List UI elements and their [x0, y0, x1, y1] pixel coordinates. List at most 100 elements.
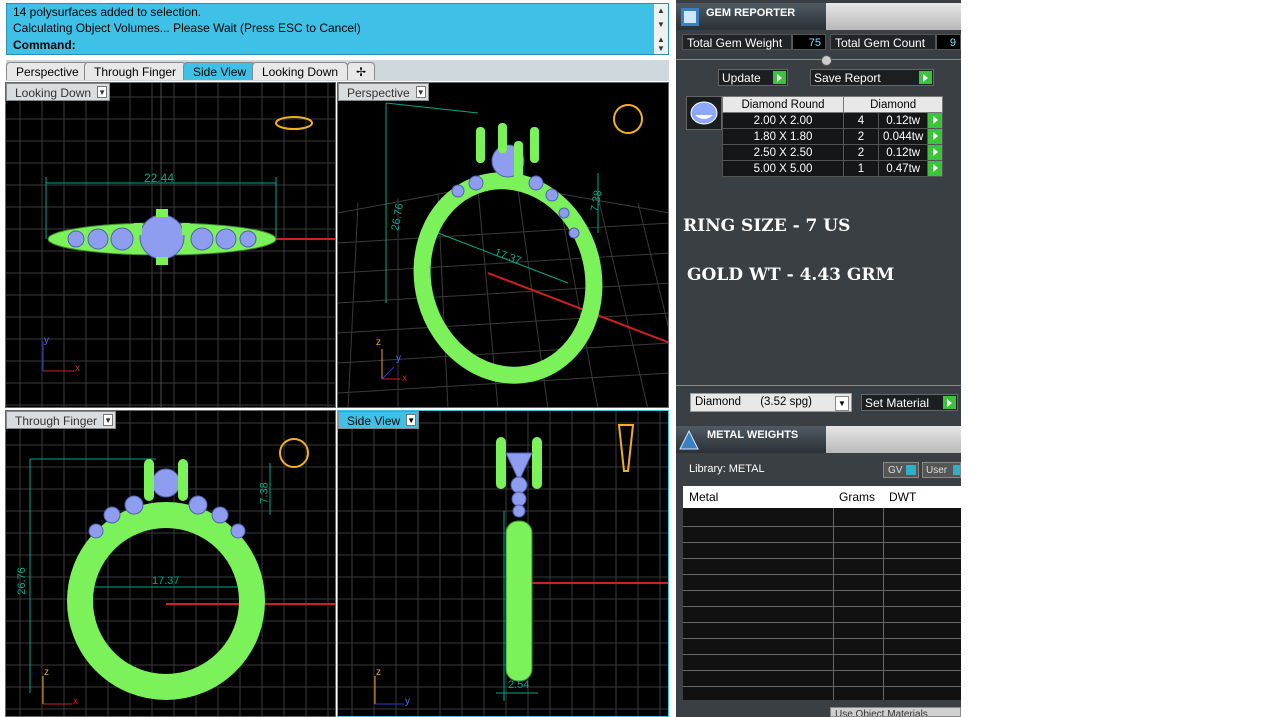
gem-reporter-title: GEM REPORTER — [706, 7, 796, 19]
tab-through-finger[interactable]: Through Finger — [84, 62, 187, 80]
column-divider — [833, 508, 834, 700]
viewport-label-text: Through Finger — [15, 414, 98, 428]
perspective-canvas — [338, 102, 668, 407]
table-row — [683, 686, 961, 687]
looking-down-canvas — [6, 83, 335, 407]
table-row: 1.80 X 1.80 2 0.044tw — [722, 128, 944, 145]
command-history-line: Calculating Object Volumes... Please Wai… — [13, 21, 361, 35]
axis-label-y: y — [405, 696, 410, 707]
gem-reporter-header: GEM REPORTER — [676, 3, 961, 30]
header-bar — [826, 426, 961, 453]
table-row: 5.00 X 5.00 1 0.47tw — [722, 160, 944, 177]
viewport-label[interactable]: Perspective ▼ — [338, 83, 429, 101]
table-row — [683, 542, 961, 543]
viewport-perspective[interactable]: 26.76 7.38 17.37 z y x Perspective ▼ — [337, 82, 669, 408]
viewport-label[interactable]: Side View ▼ — [338, 411, 420, 429]
use-object-materials-label: Use Object Materials — [835, 709, 928, 717]
viewport-through-finger[interactable]: 26.76 7.38 17.37 z x Through Finger ▼ — [5, 410, 336, 717]
table-row — [683, 574, 961, 575]
viewport-label-text: Side View — [347, 414, 401, 428]
set-material-label: Set Material — [865, 396, 930, 410]
viewport-side-view[interactable]: 2.54 z y Side View ▼ — [337, 410, 669, 717]
gem-count: 2 — [843, 128, 879, 145]
add-tab-button[interactable]: ✢ — [347, 62, 375, 80]
scroll-up-icon[interactable]: ▲ — [657, 6, 665, 15]
divider — [676, 59, 961, 60]
metal-weights-icon — [679, 429, 699, 450]
metal-table: Metal Grams DWT — [683, 486, 961, 700]
table-header: Diamond Round — [722, 96, 844, 113]
table-row — [683, 526, 961, 527]
update-button[interactable]: Update — [718, 69, 788, 86]
play-icon — [773, 71, 786, 84]
play-icon — [943, 396, 956, 409]
table-row: 2.50 X 2.50 2 0.12tw — [722, 144, 944, 161]
axis-label-x: x — [402, 373, 407, 384]
library-label: Library: METAL — [689, 463, 765, 475]
axis-label-x: x — [75, 363, 80, 374]
row-select-button[interactable] — [927, 128, 944, 145]
total-gem-weight-label: Total Gem Weight — [682, 34, 792, 50]
table-header: Grams — [839, 490, 875, 504]
row-select-button[interactable] — [927, 112, 944, 129]
table-header: DWT — [889, 490, 917, 504]
chevron-down-icon[interactable]: ▼ — [835, 396, 849, 411]
gem-count: 1 — [843, 160, 879, 177]
save-report-button[interactable]: Save Report — [810, 69, 934, 86]
tab-perspective[interactable]: Perspective — [6, 62, 89, 80]
command-scrollbar[interactable]: ▲ ▼ ▲ ▼ — [653, 4, 668, 54]
row-select-button[interactable] — [927, 144, 944, 161]
chevron-down-icon[interactable]: ▼ — [97, 86, 108, 98]
through-finger-canvas — [6, 411, 335, 716]
gem-size: 1.80 X 1.80 — [722, 128, 844, 145]
material-select[interactable]: Diamond (3.52 spg) ▼ — [690, 393, 852, 412]
ring-size-note: RING SIZE - 7 US — [683, 216, 851, 236]
command-prompt[interactable]: Command: — [13, 38, 76, 52]
header-bar — [826, 3, 961, 30]
use-object-materials-button[interactable]: Use Object Materials — [830, 707, 961, 717]
gv-toggle[interactable]: GV — [883, 462, 919, 478]
axis-label-x: x — [73, 696, 78, 707]
command-area[interactable]: 14 polysurfaces added to selection. Calc… — [6, 3, 669, 55]
dimension-label: 2.54 — [508, 679, 530, 691]
user-toggle[interactable]: User — [922, 462, 961, 478]
scroll-down-icon[interactable]: ▼ — [657, 20, 665, 29]
table-header: Diamond — [842, 96, 944, 113]
viewport-label[interactable]: Through Finger ▼ — [6, 411, 117, 429]
divider — [676, 385, 961, 386]
tab-looking-down[interactable]: Looking Down — [252, 62, 349, 80]
gem-count: 2 — [843, 144, 879, 161]
table-row — [683, 606, 961, 607]
play-icon — [919, 71, 932, 84]
table-row — [683, 654, 961, 655]
tab-side-view[interactable]: Side View — [183, 62, 257, 80]
viewport-tabs: Perspective Through Finger Side View Loo… — [6, 60, 669, 81]
diamond-shape-thumbnail[interactable] — [686, 96, 722, 130]
set-material-button[interactable]: Set Material — [861, 394, 958, 411]
row-select-button[interactable] — [927, 160, 944, 177]
table-row — [683, 670, 961, 671]
update-label: Update — [722, 71, 761, 85]
gem-weight: 0.044tw — [877, 128, 929, 145]
chevron-down-icon[interactable]: ▼ — [406, 414, 417, 426]
gem-size: 2.50 X 2.50 — [722, 144, 844, 161]
table-row: 2.00 X 2.00 4 0.12tw — [722, 112, 944, 129]
column-divider — [883, 508, 884, 700]
chevron-down-icon[interactable]: ▼ — [103, 414, 114, 426]
gem-weight: 0.47tw — [877, 160, 929, 177]
scroll-up-icon[interactable]: ▲ — [657, 35, 665, 44]
axis-label-z: z — [376, 337, 381, 348]
dimension-label: 26.76 — [15, 567, 28, 595]
scroll-down-icon[interactable]: ▼ — [657, 44, 665, 53]
user-label: User — [926, 465, 948, 476]
gem-weight: 0.12tw — [877, 112, 929, 129]
gem-reporter-icon — [681, 8, 699, 26]
viewport-looking-down[interactable]: 22.44 y x Looking Down ▼ — [5, 82, 336, 408]
viewport-label[interactable]: Looking Down ▼ — [6, 83, 111, 101]
gem-weight: 0.12tw — [877, 144, 929, 161]
splitter-handle[interactable] — [821, 55, 832, 66]
table-row — [683, 622, 961, 623]
total-gem-count-value: 9 — [936, 34, 961, 50]
table-row — [683, 590, 961, 591]
chevron-down-icon[interactable]: ▼ — [415, 86, 426, 98]
